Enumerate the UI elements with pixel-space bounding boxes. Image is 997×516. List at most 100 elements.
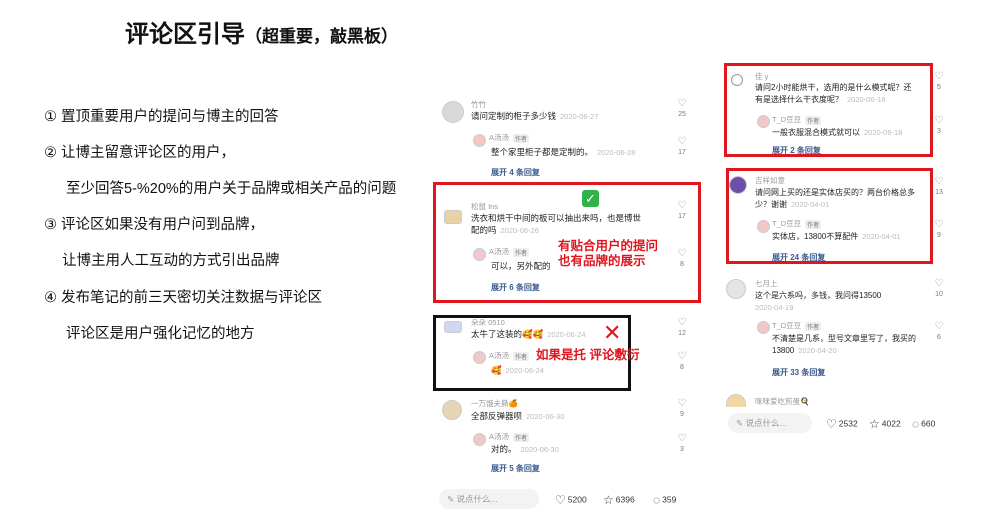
heart-icon: ♡	[677, 351, 687, 362]
point-4-detail: 评论区是用户强化记忆的地方	[66, 326, 255, 342]
reply-body: 对的。	[491, 444, 517, 454]
comment-total[interactable]: ◌ 660	[912, 417, 935, 431]
heart-icon: ♡	[826, 417, 837, 431]
comment-bubble-icon: ◌	[912, 417, 920, 431]
comment-text: 请问定制的柜子多少钱 2020-06-27	[471, 110, 598, 123]
heart-icon: ♡	[934, 278, 944, 289]
comment-item: 咪咪爱吃煎蛋🍳	[724, 391, 956, 407]
star-total-count: 6396	[615, 494, 635, 505]
like-button[interactable]: ♡ 5	[932, 71, 946, 93]
highlight-question-2	[726, 168, 933, 264]
reply-like-button[interactable]: ♡ 8	[675, 351, 689, 373]
star-icon: ☆	[603, 493, 614, 507]
checkmark-icon: ✓	[582, 190, 599, 207]
comment-item: 一万饿夫撕🍊 全部反弹器呗 2020-06-30 ♡ 9 A汤汤 作者 对的。 2020…	[433, 396, 701, 486]
reply-user[interactable]: A汤汤 作者	[489, 431, 530, 442]
reply-like-count: 9	[937, 232, 941, 239]
reply-user-name: A汤汤	[489, 432, 510, 441]
title-sub: （超重要，敲黑板）	[245, 27, 398, 46]
comment-total-count: 359	[662, 494, 677, 505]
comment-body: 请问定制的柜子多少钱	[471, 111, 557, 121]
comment-user[interactable]: 七月上	[755, 278, 778, 289]
reply-user[interactable]: A汤汤 作者	[489, 132, 530, 143]
comment-user[interactable]: 一万饿夫撕🍊	[471, 398, 518, 409]
point-4: ④ 发布笔记的前三天密切关注数据与评论区	[44, 290, 323, 306]
heart-icon: ♡	[934, 71, 944, 82]
like-button[interactable]: ♡ 25	[675, 98, 689, 120]
heart-icon: ♡	[934, 219, 944, 230]
like-total-count: 2532	[838, 418, 858, 429]
like-button[interactable]: ♡ 13	[932, 176, 946, 198]
heart-icon: ♡	[934, 321, 944, 332]
user-avatar[interactable]	[726, 394, 746, 407]
bottom-action-bar: ✎ 说点什么... ♡ 2532 ☆ 4022 ◌ 660	[724, 413, 956, 433]
point-3: ③ 评论区如果没有用户问到品牌，	[44, 217, 265, 233]
reply-like-button[interactable]: ♡ 17	[675, 136, 689, 158]
reply-date: 2020-06-28	[597, 148, 636, 157]
point-1: ① 置顶重要用户的提问与博主的回答	[44, 109, 279, 125]
like-total[interactable]: ♡ 5200	[555, 493, 587, 507]
comment-text: 全部反弹器呗 2020-06-30	[471, 410, 564, 423]
reply-text: 整个家里柜子都是定制的。 2020-06-28	[491, 146, 635, 159]
user-avatar[interactable]	[442, 400, 462, 420]
comment-body: 全部反弹器呗	[471, 411, 523, 421]
comment-date-line: 2020-04-19	[755, 301, 793, 314]
comment-item: 七月上 这个是六系吗，多钱，我问得13500 2020-04-19 ♡ 10 T_…	[724, 275, 956, 385]
point-3-detail: 让博主用人工互动的方式引出品牌	[62, 253, 280, 269]
comment-input[interactable]: ✎ 说点什么...	[439, 489, 539, 509]
reply-like-count: 17	[678, 149, 686, 156]
like-button[interactable]: ♡ 9	[675, 398, 689, 420]
reply-like-count: 3	[937, 128, 941, 135]
like-total-count: 5200	[567, 494, 587, 505]
star-icon: ☆	[869, 417, 880, 431]
author-avatar[interactable]	[473, 134, 486, 147]
reply-user-name: A汤汤	[489, 133, 510, 142]
reply-like-button[interactable]: ♡ 6	[932, 321, 946, 343]
comment-user[interactable]: 咪咪爱吃煎蛋🍳	[755, 396, 809, 407]
comment-input[interactable]: ✎ 说点什么...	[728, 413, 812, 433]
reply-user[interactable]: T_D豆豆 作者	[772, 320, 822, 331]
heart-icon: ♡	[934, 115, 944, 126]
like-total[interactable]: ♡ 2532	[826, 417, 858, 431]
reply-like-count: 6	[937, 334, 941, 341]
comment-total-count: 660	[921, 418, 936, 429]
comment-user[interactable]: 竹竹	[471, 99, 486, 110]
author-avatar[interactable]	[473, 433, 486, 446]
reply-like-count: 3	[680, 446, 684, 453]
heart-icon: ♡	[677, 398, 687, 409]
heart-icon: ♡	[677, 317, 687, 328]
like-button[interactable]: ♡ 12	[675, 317, 689, 339]
star-total[interactable]: ☆ 4022	[869, 417, 901, 431]
reply-like-count: 8	[680, 364, 684, 371]
highlight-question-1	[724, 63, 933, 157]
reply-user-name: T_D豆豆	[772, 321, 802, 330]
author-tag: 作者	[513, 432, 530, 442]
heart-icon: ♡	[934, 176, 944, 187]
comment-input-placeholder: 说点什么...	[456, 494, 498, 504]
title-main: 评论区引导	[125, 21, 245, 48]
reply-like-button[interactable]: ♡ 9	[932, 219, 946, 241]
author-avatar[interactable]	[757, 321, 770, 334]
expand-replies-link[interactable]: 展开 33 条回复	[772, 367, 825, 378]
star-total-count: 4022	[881, 418, 901, 429]
bottom-action-bar: ✎ 说点什么... ♡ 5200 ☆ 6396 ◌ 359	[433, 489, 701, 509]
annotation-bad: 如果是托 评论敷衍	[536, 348, 640, 362]
reply-date: 2020-06-30	[520, 445, 559, 454]
user-avatar[interactable]	[442, 101, 464, 123]
annotation-good: 有贴合用户的提问也有品牌的展示	[558, 239, 659, 268]
heart-icon: ♡	[677, 136, 687, 147]
like-button[interactable]: ♡ 10	[932, 278, 946, 300]
star-total[interactable]: ☆ 6396	[603, 493, 635, 507]
user-avatar[interactable]	[726, 279, 746, 299]
comment-date: 2020-04-19	[755, 303, 794, 312]
like-count: 12	[678, 330, 686, 337]
reply-text: 对的。 2020-06-30	[491, 443, 559, 456]
comment-date: 2020-06-30	[526, 412, 565, 421]
comment-total[interactable]: ◌ 359	[653, 493, 676, 507]
slide-title: 评论区引导（超重要，敲黑板）	[125, 14, 398, 49]
reply-like-button[interactable]: ♡ 3	[932, 115, 946, 137]
comment-bubble-icon: ◌	[653, 493, 661, 507]
expand-replies-link[interactable]: 展开 4 条回复	[491, 167, 540, 178]
reply-like-button[interactable]: ♡ 3	[675, 433, 689, 455]
expand-replies-link[interactable]: 展开 5 条回复	[491, 463, 540, 474]
